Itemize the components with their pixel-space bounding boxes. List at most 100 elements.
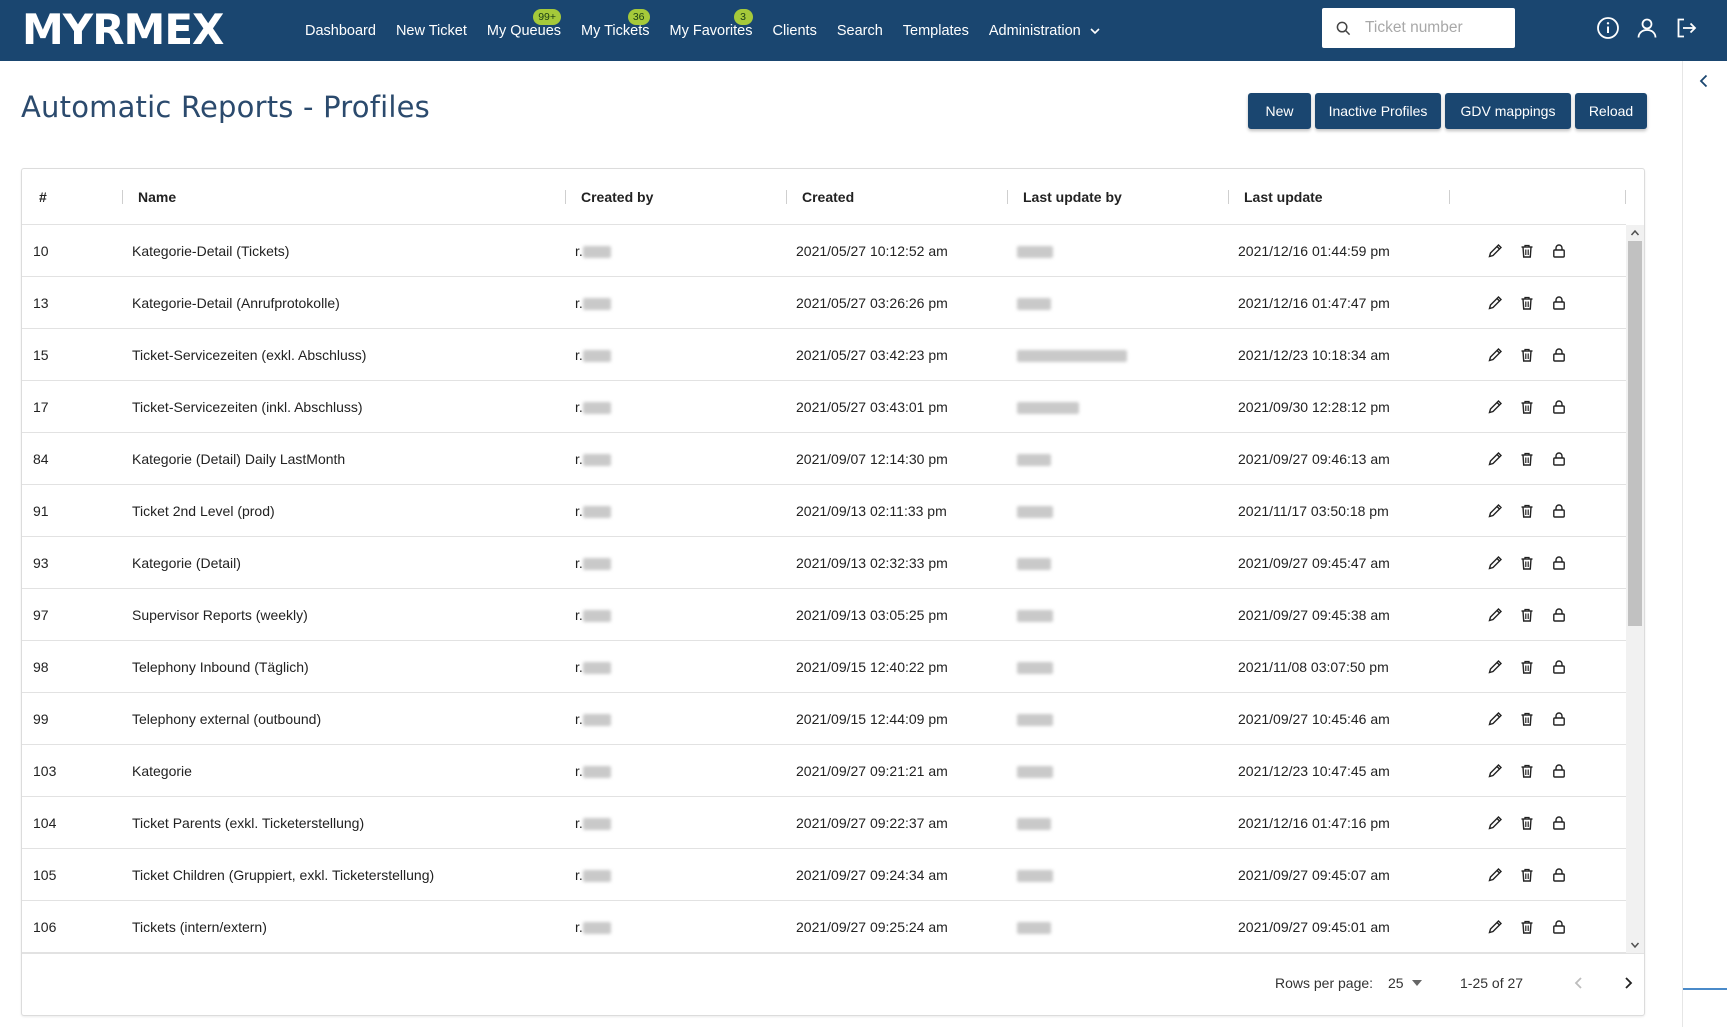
trash-icon[interactable] [1516, 448, 1538, 470]
table-scrollbar[interactable] [1626, 225, 1644, 953]
created-by-initial: r. [575, 555, 583, 571]
scroll-up-arrow-icon[interactable] [1630, 228, 1640, 238]
logout-icon[interactable] [1673, 15, 1699, 41]
table-row[interactable]: 84 Kategorie (Detail) Daily LastMonth r. 20… [22, 433, 1626, 485]
lock-icon[interactable] [1548, 344, 1570, 366]
lock-icon[interactable] [1548, 448, 1570, 470]
pencil-icon[interactable] [1484, 708, 1506, 730]
column-header-created-by[interactable]: Created by [581, 189, 653, 205]
pencil-icon[interactable] [1484, 916, 1506, 938]
scroll-down-arrow-icon[interactable] [1630, 940, 1640, 950]
table-row[interactable]: 93 Kategorie (Detail) r. 2021/09/13 02:32:3… [22, 537, 1626, 589]
pencil-icon[interactable] [1484, 656, 1506, 678]
ticket-number-input[interactable] [1365, 19, 1505, 37]
table-row[interactable]: 17 Ticket-Servicezeiten (inkl. Abschluss)… [22, 381, 1626, 433]
trash-icon[interactable] [1516, 344, 1538, 366]
trash-icon[interactable] [1516, 916, 1538, 938]
info-icon[interactable] [1595, 15, 1621, 41]
lock-icon[interactable] [1548, 396, 1570, 418]
nav-item-new-ticket[interactable]: New Ticket [396, 23, 467, 39]
pencil-icon[interactable] [1484, 344, 1506, 366]
table-row[interactable]: 13 Kategorie-Detail (Anrufprotokolle) r. 20… [22, 277, 1626, 329]
lock-icon[interactable] [1548, 604, 1570, 626]
trash-icon[interactable] [1516, 812, 1538, 834]
pencil-icon[interactable] [1484, 864, 1506, 886]
table-row[interactable]: 106 Tickets (intern/extern) r. 2021/09/27 0… [22, 901, 1626, 953]
nav-item-templates[interactable]: Templates [903, 23, 969, 39]
column-header-created[interactable]: Created [802, 189, 854, 205]
nav-item-search[interactable]: Search [837, 23, 883, 39]
profile-name: Kategorie (Detail) Daily LastMonth [132, 451, 346, 467]
lock-icon[interactable] [1548, 708, 1570, 730]
pencil-icon[interactable] [1484, 396, 1506, 418]
column-divider [122, 190, 123, 204]
app-logo[interactable]: MYRMEX [22, 6, 224, 54]
trash-icon[interactable] [1516, 604, 1538, 626]
table-row[interactable]: 104 Ticket Parents (exkl. Ticketerstellun… [22, 797, 1626, 849]
trash-icon[interactable] [1516, 760, 1538, 782]
new-button[interactable]: New [1248, 93, 1311, 129]
pencil-icon[interactable] [1484, 760, 1506, 782]
table-row[interactable]: 97 Supervisor Reports (weekly) r. 2021/09/1… [22, 589, 1626, 641]
pencil-icon[interactable] [1484, 552, 1506, 574]
pencil-icon[interactable] [1484, 240, 1506, 262]
lock-icon[interactable] [1548, 864, 1570, 886]
profile-id: 84 [33, 451, 49, 467]
trash-icon[interactable] [1516, 552, 1538, 574]
nav-item-clients[interactable]: Clients [773, 23, 817, 39]
trash-icon[interactable] [1516, 656, 1538, 678]
rows-per-page-value: 25 [1388, 975, 1404, 991]
lock-icon[interactable] [1548, 656, 1570, 678]
gdv-mappings-button[interactable]: GDV mappings [1445, 93, 1571, 129]
lock-icon[interactable] [1548, 760, 1570, 782]
column-header-last-update[interactable]: Last update [1244, 189, 1323, 205]
lock-icon[interactable] [1548, 812, 1570, 834]
table-row[interactable]: 10 Kategorie-Detail (Tickets) r. 2021/05/27… [22, 225, 1626, 277]
nav-item-my-favorites[interactable]: My Favorites 3 [670, 8, 753, 39]
nav-item-dashboard[interactable]: Dashboard [305, 23, 376, 39]
inactive-profiles-button[interactable]: Inactive Profiles [1315, 93, 1441, 129]
trash-icon[interactable] [1516, 292, 1538, 314]
chevron-left-icon[interactable] [1696, 73, 1712, 89]
table-row[interactable]: 91 Ticket 2nd Level (prod) r. 2021/09/13 02… [22, 485, 1626, 537]
redacted-name [582, 766, 611, 779]
trash-icon[interactable] [1516, 500, 1538, 522]
rows-per-page-select[interactable]: 25 [1388, 975, 1422, 991]
column-header-last-update-by[interactable]: Last update by [1023, 189, 1122, 205]
table-row[interactable]: 103 Kategorie r. 2021/09/27 09:21:21 am 2021… [22, 745, 1626, 797]
pencil-icon[interactable] [1484, 292, 1506, 314]
table-row[interactable]: 99 Telephony external (outbound) r. 2021/09… [22, 693, 1626, 745]
pencil-icon[interactable] [1484, 500, 1506, 522]
pencil-icon[interactable] [1484, 604, 1506, 626]
nav-item-my-tickets[interactable]: My Tickets 36 [581, 8, 650, 39]
lock-icon[interactable] [1548, 916, 1570, 938]
created-by-initial: r. [575, 399, 583, 415]
nav-item-my-queues[interactable]: My Queues 99+ [487, 8, 562, 39]
trash-icon[interactable] [1516, 708, 1538, 730]
scrollbar-thumb[interactable] [1628, 241, 1642, 626]
trash-icon[interactable] [1516, 240, 1538, 262]
last-update-date: 2021/09/27 09:46:13 am [1238, 451, 1390, 467]
lock-icon[interactable] [1548, 292, 1570, 314]
table-row[interactable]: 98 Telephony Inbound (Täglich) r. 2021/09/1… [22, 641, 1626, 693]
profile-name: Telephony external (outbound) [132, 711, 322, 727]
lock-icon[interactable] [1548, 240, 1570, 262]
column-divider [1625, 190, 1626, 204]
profile-id: 97 [33, 607, 49, 623]
trash-icon[interactable] [1516, 864, 1538, 886]
pencil-icon[interactable] [1484, 448, 1506, 470]
lock-icon[interactable] [1548, 500, 1570, 522]
trash-icon[interactable] [1516, 396, 1538, 418]
table-row[interactable]: 15 Ticket-Servicezeiten (exkl. Abschluss)… [22, 329, 1626, 381]
reload-button[interactable]: Reload [1575, 93, 1647, 129]
pencil-icon[interactable] [1484, 812, 1506, 834]
lock-icon[interactable] [1548, 552, 1570, 574]
previous-page-button[interactable] [1568, 972, 1590, 994]
nav-item-administration[interactable]: Administration [989, 23, 1101, 39]
ticket-search-box[interactable] [1322, 8, 1515, 48]
user-icon[interactable] [1634, 15, 1660, 41]
next-page-button[interactable] [1617, 972, 1639, 994]
table-row[interactable]: 105 Ticket Children (Gruppiert, exkl. Tic… [22, 849, 1626, 901]
column-header-id[interactable]: # [39, 189, 47, 205]
column-header-name[interactable]: Name [138, 189, 176, 205]
